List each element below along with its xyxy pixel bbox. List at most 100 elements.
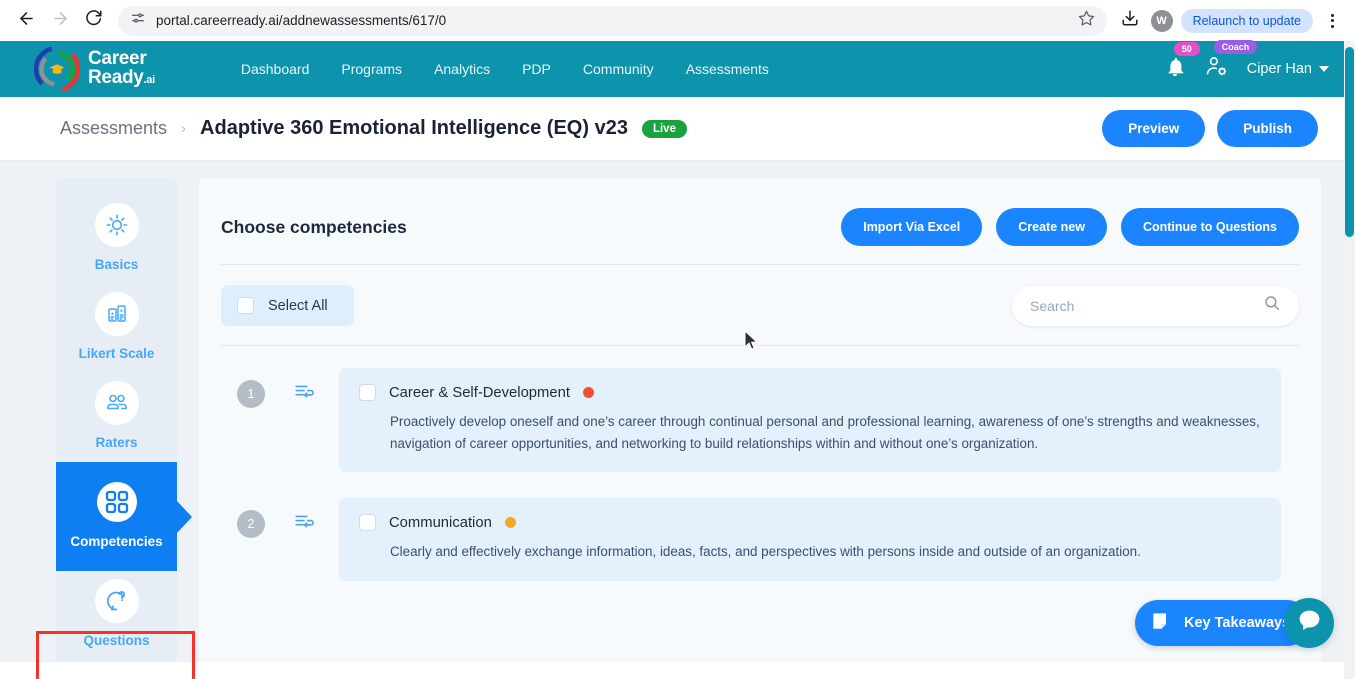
competency-title-row: Communication — [359, 514, 1261, 531]
browser-toolbar: portal.careerready.ai/addnewassessments/… — [0, 0, 1355, 41]
user-menu[interactable]: Ciper Han — [1247, 61, 1329, 77]
preview-button[interactable]: Preview — [1102, 110, 1205, 147]
notifications-button[interactable]: 50 — [1164, 56, 1186, 83]
sidebar-item-questions[interactable]: Questions — [56, 571, 177, 660]
brand-line-1: Career — [88, 49, 155, 68]
create-new-button[interactable]: Create new — [996, 208, 1107, 246]
competency-title: Communication — [389, 515, 492, 531]
competency-color-dot — [583, 387, 594, 398]
grid-squares-icon — [95, 480, 139, 524]
breadcrumb-separator-icon: › — [181, 120, 186, 137]
forward-arrow-icon — [51, 9, 70, 33]
people-group-icon — [95, 381, 139, 425]
star-icon[interactable] — [1078, 10, 1095, 32]
brand-wordmark: Career Ready.ai — [88, 49, 155, 90]
notification-count-badge: 50 — [1174, 42, 1200, 56]
download-icon — [1121, 9, 1139, 32]
brand-logo[interactable]: Career Ready.ai — [34, 46, 155, 92]
sidebar-item-raters[interactable]: Raters — [56, 373, 177, 462]
search-icon[interactable] — [1263, 294, 1281, 317]
brand-line-2: Ready.ai — [88, 68, 155, 90]
user-name-label: Ciper Han — [1247, 61, 1312, 77]
key-takeaways-label: Key Takeaways — [1184, 615, 1290, 631]
app-header: Career Ready.ai Dashboard Programs Analy… — [0, 41, 1355, 97]
select-all-control[interactable]: Select All — [221, 285, 354, 326]
main-navigation: Dashboard Programs Analytics PDP Communi… — [241, 61, 769, 77]
competency-order-number: 1 — [237, 380, 265, 408]
download-button[interactable] — [1117, 8, 1143, 34]
sidebar-item-competencies[interactable]: Competencies — [56, 462, 177, 571]
chat-support-button[interactable] — [1284, 598, 1334, 648]
avatar[interactable]: W — [1151, 10, 1173, 32]
page-body: Basics Likert Scale Raters — [0, 161, 1344, 662]
sidebar-item-label: Likert Scale — [79, 346, 155, 361]
sidebar-item-label: Competencies — [70, 534, 162, 549]
careerready-logo-icon — [34, 46, 80, 92]
address-bar[interactable]: portal.careerready.ai/addnewassessments/… — [118, 6, 1107, 36]
competency-color-dot — [505, 517, 516, 528]
competency-title: Career & Self-Development — [389, 385, 570, 401]
competency-checkbox[interactable] — [359, 384, 376, 401]
choose-competencies-card: Choose competencies Import Via Excel Cre… — [199, 178, 1321, 662]
search-input[interactable] — [1030, 298, 1263, 314]
nav-item-pdp[interactable]: PDP — [522, 61, 551, 77]
nav-item-analytics[interactable]: Analytics — [434, 61, 490, 77]
assessment-steps-sidebar: Basics Likert Scale Raters — [56, 178, 177, 662]
card-header: Choose competencies Import Via Excel Cre… — [221, 200, 1299, 264]
chevron-down-icon — [1319, 66, 1329, 72]
import-via-excel-button[interactable]: Import Via Excel — [841, 208, 982, 246]
url-text: portal.careerready.ai/addnewassessments/… — [156, 13, 1068, 28]
search-field[interactable] — [1012, 286, 1299, 326]
sun-settings-icon — [95, 203, 139, 247]
sidebar-item-likert-scale[interactable]: Likert Scale — [56, 284, 177, 373]
status-badge: Live — [642, 120, 687, 138]
sidebar-item-label: Questions — [83, 633, 149, 648]
page-titlebar: Assessments › Adaptive 360 Emotional Int… — [0, 97, 1344, 161]
page-scrollbar-thumb[interactable] — [1345, 47, 1354, 237]
note-icon — [1150, 610, 1173, 637]
chat-bubble-icon — [1296, 607, 1323, 639]
competency-row[interactable]: 1 Career & Self-Development Proactively … — [221, 346, 1299, 472]
reorder-list-icon[interactable] — [293, 510, 315, 537]
competency-panel[interactable]: Career & Self-Development Proactively de… — [339, 368, 1281, 472]
nav-item-community[interactable]: Community — [583, 61, 654, 77]
competency-title-row: Career & Self-Development — [359, 384, 1261, 401]
select-all-label: Select All — [268, 298, 328, 314]
nav-item-dashboard[interactable]: Dashboard — [241, 61, 310, 77]
competency-panel[interactable]: Communication Clearly and effectively ex… — [339, 498, 1281, 581]
competency-row[interactable]: 2 Communication Clearly and effectively … — [221, 472, 1299, 581]
breadcrumb-assessments[interactable]: Assessments — [60, 118, 167, 139]
question-bubble-icon — [95, 579, 139, 623]
browser-actions: W Relaunch to update — [1117, 8, 1345, 34]
sidebar-item-label: Raters — [95, 435, 137, 450]
competency-description: Proactively develop oneself and one’s ca… — [390, 411, 1261, 454]
publish-button[interactable]: Publish — [1217, 110, 1318, 147]
nav-item-programs[interactable]: Programs — [341, 61, 402, 77]
page-title: Adaptive 360 Emotional Intelligence (EQ)… — [200, 117, 628, 140]
coach-badge: Coach — [1214, 40, 1258, 54]
kebab-menu-icon[interactable] — [1321, 14, 1343, 28]
page-title-actions: Preview Publish — [1102, 110, 1318, 147]
sidebar-item-basics[interactable]: Basics — [56, 195, 177, 284]
back-button[interactable] — [10, 5, 42, 37]
card-title: Choose competencies — [221, 217, 407, 238]
reload-icon — [85, 9, 103, 32]
rating-scale-icon — [95, 292, 139, 336]
competency-order-number: 2 — [237, 510, 265, 538]
site-settings-icon[interactable] — [130, 10, 146, 31]
list-toolbar: Select All — [221, 265, 1299, 345]
competency-checkbox[interactable] — [359, 514, 376, 531]
nav-item-assessments[interactable]: Assessments — [686, 61, 769, 77]
reload-button[interactable] — [78, 5, 110, 37]
competency-description: Clearly and effectively exchange informa… — [390, 541, 1261, 563]
header-actions: 50 Coach Ciper Han — [1164, 54, 1329, 84]
continue-to-questions-button[interactable]: Continue to Questions — [1121, 208, 1299, 246]
card-actions: Import Via Excel Create new Continue to … — [841, 208, 1299, 246]
notification-bell-icon — [1164, 56, 1186, 83]
select-all-checkbox[interactable] — [237, 297, 254, 314]
back-arrow-icon — [17, 9, 36, 33]
forward-button[interactable] — [44, 5, 76, 37]
coach-role-button[interactable]: Coach — [1204, 54, 1229, 84]
relaunch-to-update-button[interactable]: Relaunch to update — [1181, 9, 1313, 33]
reorder-list-icon[interactable] — [293, 380, 315, 407]
